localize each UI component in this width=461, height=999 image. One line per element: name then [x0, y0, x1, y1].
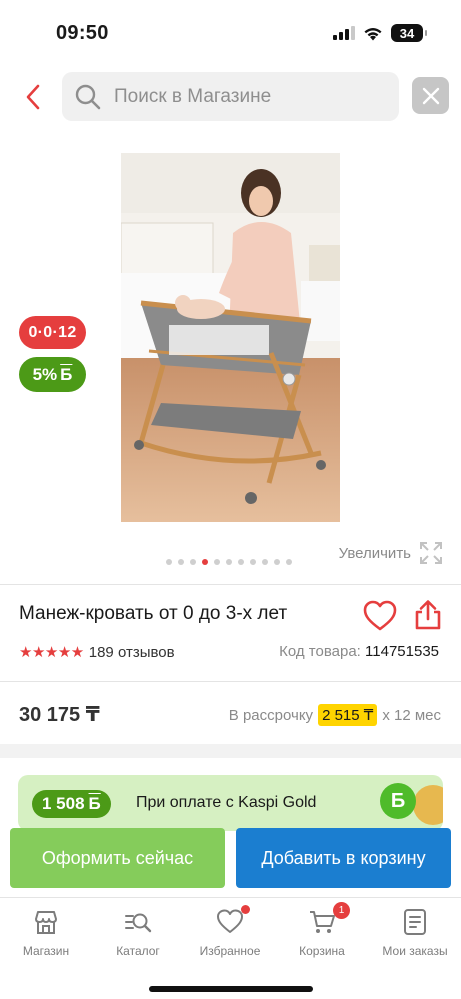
pager-dot[interactable] [178, 559, 184, 565]
installment-term: х 12 мес [382, 706, 441, 724]
expand-icon [420, 542, 442, 564]
search-box[interactable] [62, 72, 399, 121]
pager-dot[interactable] [238, 559, 244, 565]
signal-icon [333, 26, 355, 40]
image-pager [166, 559, 292, 565]
buy-now-button[interactable]: Оформить сейчас [10, 828, 225, 888]
battery-icon: 34 [391, 24, 427, 42]
search-input[interactable] [114, 85, 374, 108]
heart-icon [216, 905, 250, 936]
status-time: 09:50 [56, 22, 109, 44]
status-icons: 34 [333, 24, 427, 42]
add-to-cart-button[interactable]: Добавить в корзину [236, 828, 451, 888]
kaspi-gold-banner[interactable]: 1 508 Б При оплате с Kaspi Gold Б [18, 775, 443, 831]
sku: Код товара: 114751535 [279, 643, 439, 660]
tab-catalog[interactable]: Каталог [92, 908, 184, 958]
pager-dot[interactable] [250, 559, 256, 565]
rating-row: ★★★★★ 189 отзывов [19, 643, 175, 662]
cart-icon: 1 [308, 902, 350, 936]
cart-count-badge: 1 [333, 902, 350, 919]
rating-stars: ★★★★★ [19, 644, 84, 661]
zoom-label: Увеличить [338, 544, 411, 562]
back-button[interactable] [18, 80, 48, 114]
kaspi-bonus-amount: 1 508 [42, 794, 85, 813]
tab-cart[interactable]: 1 Корзина [276, 902, 368, 958]
heart-icon[interactable] [363, 600, 397, 632]
tab-shop[interactable]: Магазин [0, 908, 92, 958]
tab-label: Каталог [116, 944, 160, 958]
product-photo [121, 153, 340, 522]
wifi-icon [364, 27, 382, 40]
product-image[interactable] [121, 153, 340, 522]
pager-dot[interactable] [262, 559, 268, 565]
chevron-left-icon [26, 84, 40, 110]
bonus-sign: Б [60, 364, 73, 384]
shop-icon [35, 911, 57, 934]
sku-label: Код товара: [279, 643, 361, 660]
installment-label: В рассрочку [228, 706, 314, 724]
section-separator [0, 744, 461, 758]
pager-dot[interactable] [226, 559, 232, 565]
tab-label: Магазин [22, 944, 70, 958]
installment-badge: 0·0·12 [19, 316, 86, 349]
divider [0, 681, 461, 682]
pager-dot[interactable] [202, 559, 208, 565]
tab-favorites[interactable]: Избранное [184, 905, 276, 958]
sku-value: 114751535 [365, 643, 439, 660]
search-icon [75, 84, 101, 109]
bonus-coin-icon: Б [380, 783, 416, 819]
status-bar: 09:50 34 [0, 0, 461, 64]
tab-orders[interactable]: Мои заказы [369, 908, 461, 958]
tab-label: Избранное [199, 944, 261, 958]
close-icon [422, 87, 439, 104]
coin-icon [413, 785, 443, 825]
product-title: Манеж-кровать от 0 до 3-х лет [19, 603, 288, 624]
bonus-badge: 5% Б [19, 357, 86, 392]
zoom-button[interactable]: Увеличить [339, 541, 443, 565]
notification-dot [241, 905, 250, 914]
share-icon[interactable] [414, 599, 442, 631]
catalog-search-icon [125, 913, 152, 933]
product-price: 30 175 ₸ [19, 704, 100, 726]
pager-dot[interactable] [286, 559, 292, 565]
installment-amount: 2 515 ₸ [318, 704, 378, 726]
kaspi-bonus-pill: 1 508 Б [32, 790, 111, 818]
clear-search-button[interactable] [412, 77, 449, 114]
tab-label: Мои заказы [382, 944, 448, 958]
pager-dot[interactable] [274, 559, 280, 565]
tab-bar: Магазин Каталог Избранное 1 Корзина Мои … [0, 897, 461, 999]
kaspi-banner-text: При оплате с Kaspi Gold [136, 794, 317, 811]
orders-icon [404, 909, 426, 935]
home-indicator [149, 986, 313, 992]
pager-dot[interactable] [190, 559, 196, 565]
divider [0, 584, 461, 585]
pager-dot[interactable] [166, 559, 172, 565]
reviews-link[interactable]: 189 отзывов [89, 644, 175, 661]
search-header [0, 72, 461, 122]
tab-label: Корзина [299, 944, 345, 958]
pager-dot[interactable] [214, 559, 220, 565]
bonus-percent: 5% [32, 364, 58, 384]
kaspi-bonus-sign: Б [88, 794, 101, 813]
installment-info[interactable]: В рассрочку 2 515 ₸ х 12 мес [229, 704, 441, 726]
